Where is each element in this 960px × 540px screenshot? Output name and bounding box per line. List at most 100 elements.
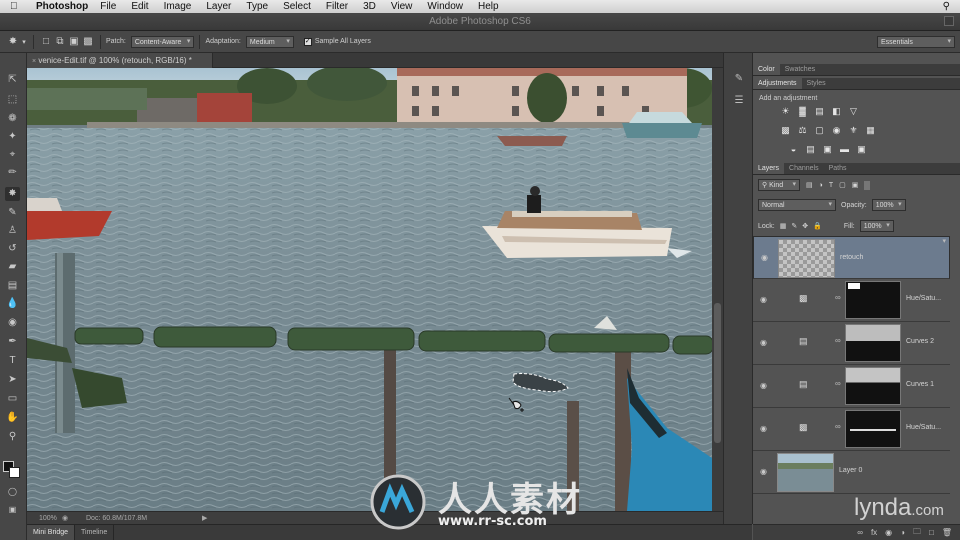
- opacity-input[interactable]: 100%: [871, 199, 906, 211]
- selective-color-icon[interactable]: ▣: [855, 144, 868, 155]
- close-icon[interactable]: ×: [32, 58, 36, 65]
- link-icon[interactable]: ∞: [835, 379, 841, 388]
- eye-icon[interactable]: ◉: [761, 253, 771, 263]
- shape-tool-icon[interactable]: ▭: [5, 392, 20, 406]
- scrollbar-thumb[interactable]: [714, 303, 721, 443]
- menu-help[interactable]: Help: [478, 1, 499, 12]
- trash-icon[interactable]: 🗑: [942, 528, 952, 537]
- history-brush-tool-icon[interactable]: ↺: [5, 242, 20, 256]
- lock-position-icon[interactable]: ✥: [802, 222, 808, 230]
- tab-adjustments[interactable]: Adjustments: [753, 78, 802, 89]
- tab-styles[interactable]: Styles: [802, 78, 831, 89]
- new-selection-icon[interactable]: □: [39, 35, 53, 48]
- marquee-tool-icon[interactable]: ⬚: [5, 93, 20, 107]
- patch-tool-icon[interactable]: ✸: [6, 35, 20, 48]
- color-balance-icon[interactable]: ⚖: [796, 125, 809, 136]
- layer-mask-thumbnail[interactable]: [845, 324, 901, 362]
- posterize-icon[interactable]: ▤: [804, 144, 817, 155]
- lock-pixels-icon[interactable]: ✎: [791, 222, 797, 230]
- layer-row[interactable]: ◉ ▩ ∞ Hue/Satu...: [753, 408, 950, 451]
- properties-panel-icon[interactable]: ☰: [731, 95, 747, 109]
- tab-layers[interactable]: Layers: [753, 163, 785, 174]
- gradient-map-icon[interactable]: ▬: [838, 144, 851, 155]
- subtract-selection-icon[interactable]: ▣: [67, 35, 81, 48]
- layer-row[interactable]: ◉ retouch: [753, 236, 950, 279]
- apple-icon[interactable]: : [10, 1, 24, 12]
- path-select-tool-icon[interactable]: ➤: [5, 373, 20, 387]
- patch-tool-icon[interactable]: ✸: [5, 187, 20, 201]
- status-arrow-icon[interactable]: ▶: [202, 514, 207, 522]
- workspace-select[interactable]: Essentials: [877, 35, 955, 48]
- layer-name[interactable]: Curves 2: [906, 338, 934, 345]
- layer-name[interactable]: Curves 1: [906, 381, 934, 388]
- fx-icon[interactable]: fx: [871, 528, 877, 537]
- menu-file[interactable]: File: [100, 1, 116, 12]
- invert-icon[interactable]: ◒: [787, 144, 800, 155]
- lock-all-icon[interactable]: 🔒: [813, 222, 822, 230]
- menu-view[interactable]: View: [391, 1, 413, 12]
- layer-name[interactable]: Hue/Satu...: [906, 295, 941, 302]
- layer-row[interactable]: ◉ Layer 0: [753, 451, 950, 494]
- menu-filter[interactable]: Filter: [326, 1, 348, 12]
- app-name[interactable]: Photoshop: [36, 1, 88, 12]
- menu-window[interactable]: Window: [427, 1, 463, 12]
- black-white-icon[interactable]: ▢: [813, 125, 826, 136]
- layer-name[interactable]: Layer 0: [839, 467, 862, 474]
- dodge-tool-icon[interactable]: ◉: [5, 316, 20, 330]
- pen-tool-icon[interactable]: ✒: [5, 335, 20, 349]
- brightness-icon[interactable]: ☀: [779, 106, 792, 117]
- layer-name[interactable]: Hue/Satu...: [906, 424, 941, 431]
- channel-mixer-icon[interactable]: ⚜: [847, 125, 860, 136]
- filter-type-icon[interactable]: T: [829, 182, 833, 189]
- layer-mask-thumbnail[interactable]: [845, 410, 901, 448]
- screen-mode-icon[interactable]: ▣: [5, 503, 20, 517]
- menu-edit[interactable]: Edit: [131, 1, 148, 12]
- crop-tool-icon[interactable]: ⌖: [5, 148, 20, 162]
- filter-adjustment-icon[interactable]: ◑: [819, 182, 823, 189]
- spotlight-icon[interactable]: ⚲: [943, 1, 950, 12]
- eraser-tool-icon[interactable]: ▰: [5, 260, 20, 274]
- new-group-icon[interactable]: 🗀: [913, 526, 921, 540]
- filter-pixel-icon[interactable]: ▤: [806, 181, 813, 189]
- fullscreen-icon[interactable]: [944, 16, 954, 26]
- clone-stamp-tool-icon[interactable]: ♙: [5, 224, 20, 238]
- layer-row[interactable]: ◉ ▩ ∞ Hue/Satu...: [753, 279, 950, 322]
- add-selection-icon[interactable]: ⧉: [53, 35, 67, 48]
- type-tool-icon[interactable]: T: [5, 354, 20, 368]
- tab-color[interactable]: Color: [753, 64, 780, 75]
- layer-row[interactable]: ◉ ▤ ∞ Curves 2: [753, 322, 950, 365]
- curves-icon[interactable]: ▤: [813, 106, 826, 117]
- color-lookup-icon[interactable]: ▦: [864, 125, 877, 136]
- filter-shape-icon[interactable]: ▢: [839, 181, 846, 189]
- hand-tool-icon[interactable]: ✋: [5, 411, 20, 425]
- lasso-tool-icon[interactable]: ❁: [5, 112, 20, 126]
- new-layer-icon[interactable]: □: [929, 528, 934, 537]
- eye-icon[interactable]: ◉: [760, 424, 770, 434]
- eye-icon[interactable]: ◉: [760, 467, 770, 477]
- chevron-down-icon[interactable]: ▾: [20, 35, 28, 48]
- zoom-tool-icon[interactable]: ⚲: [5, 430, 20, 444]
- add-mask-icon[interactable]: ◉: [885, 528, 892, 537]
- blur-tool-icon[interactable]: 💧: [5, 297, 20, 311]
- link-layers-icon[interactable]: ∞: [857, 528, 863, 537]
- filter-toggle-icon[interactable]: [864, 180, 871, 190]
- photo-filter-icon[interactable]: ◉: [830, 125, 843, 136]
- tab-mini-bridge[interactable]: Mini Bridge: [27, 525, 76, 540]
- link-icon[interactable]: ∞: [835, 293, 841, 302]
- eye-icon[interactable]: ◉: [760, 338, 770, 348]
- move-tool-icon[interactable]: ⇱: [5, 73, 20, 87]
- history-panel-icon[interactable]: ✎: [731, 73, 747, 87]
- menu-type[interactable]: Type: [246, 1, 268, 12]
- quick-select-tool-icon[interactable]: ✦: [5, 130, 20, 144]
- eye-icon[interactable]: ◉: [760, 295, 770, 305]
- brush-tool-icon[interactable]: ✎: [5, 206, 20, 220]
- status-menu-icon[interactable]: ◉: [62, 514, 72, 522]
- intersect-selection-icon[interactable]: ▩: [81, 35, 95, 48]
- menu-3d[interactable]: 3D: [363, 1, 376, 12]
- gradient-tool-icon[interactable]: ▤: [5, 279, 20, 293]
- layer-row[interactable]: ◉ ▤ ∞ Curves 1: [753, 365, 950, 408]
- adaptation-select[interactable]: Medium: [245, 35, 294, 48]
- menu-image[interactable]: Image: [164, 1, 192, 12]
- hue-saturation-icon[interactable]: ▩: [779, 125, 792, 136]
- tab-swatches[interactable]: Swatches: [780, 64, 820, 75]
